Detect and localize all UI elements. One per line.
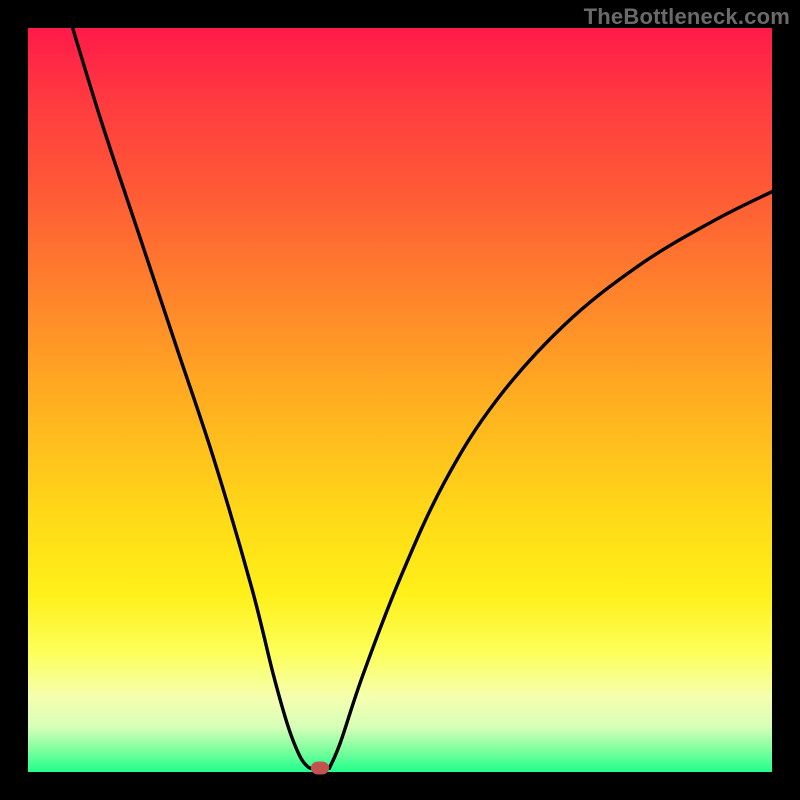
minimum-marker [311, 762, 329, 775]
plot-area [28, 28, 772, 772]
curve-left-branch [73, 28, 311, 768]
chart-frame: TheBottleneck.com [0, 0, 800, 800]
watermark-text: TheBottleneck.com [584, 4, 790, 30]
curve-svg [28, 28, 772, 772]
curve-right-branch [329, 192, 772, 769]
